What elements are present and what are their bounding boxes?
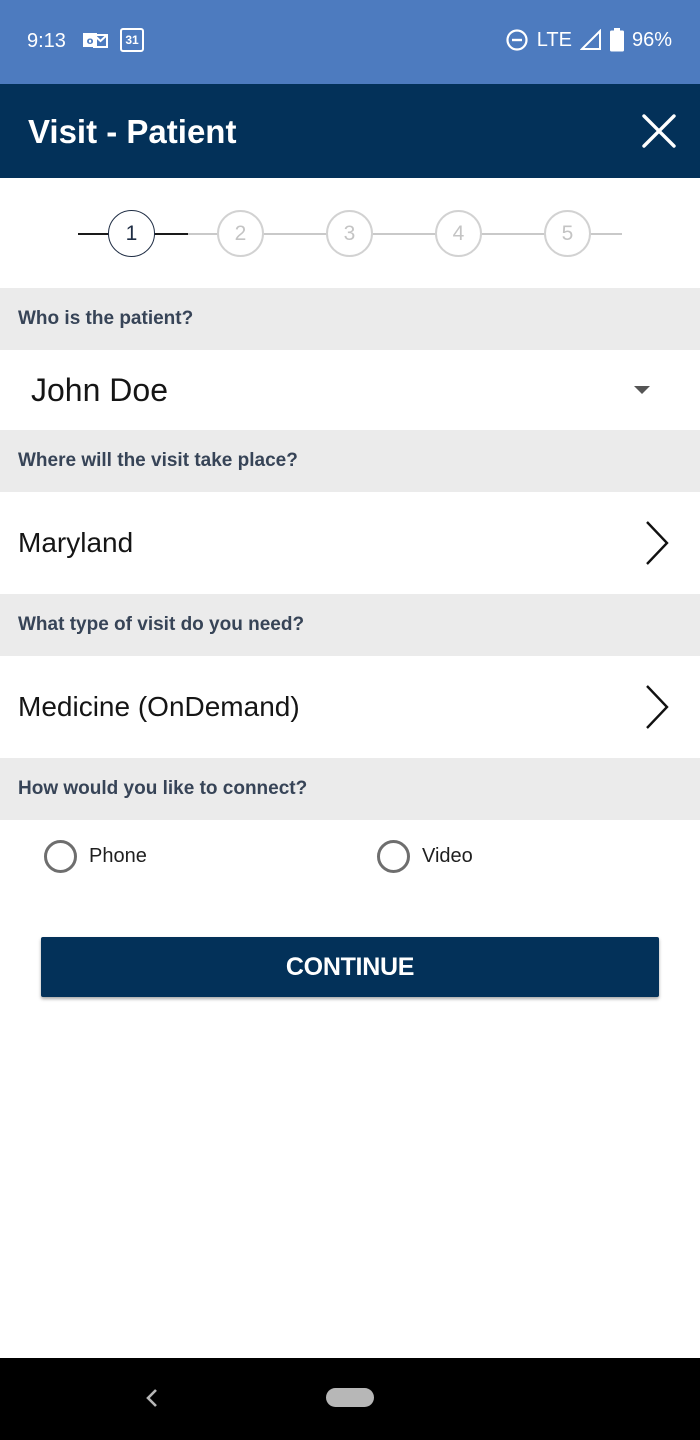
- step-3: 3: [326, 210, 373, 257]
- radio-label-phone: Phone: [89, 845, 147, 867]
- connect-label: How would you like to connect?: [0, 758, 700, 820]
- visit-type-label: What type of visit do you need?: [0, 594, 700, 656]
- continue-button[interactable]: CONTINUE: [41, 937, 659, 997]
- status-bar: 9:13 o 31 LTE 96%: [0, 0, 700, 84]
- radio-circle-phone[interactable]: [44, 840, 77, 873]
- status-right-group: LTE 96%: [505, 28, 672, 52]
- svg-text:o: o: [87, 36, 94, 47]
- calendar-icon: 31: [120, 28, 144, 52]
- radio-label-video: Video: [422, 845, 473, 867]
- chevron-right-icon: [646, 521, 669, 565]
- step-2: 2: [217, 210, 264, 257]
- connect-radio-group: Phone Video: [0, 820, 700, 894]
- outlook-icon: o: [83, 33, 108, 48]
- status-time: 9:13: [27, 30, 66, 52]
- network-type: LTE: [536, 28, 572, 51]
- patient-value: John Doe: [31, 371, 168, 408]
- dropdown-arrow-icon: [634, 386, 650, 394]
- app-bar: Visit - Patient: [0, 84, 700, 178]
- calendar-day: 31: [125, 33, 139, 47]
- battery-level: 96%: [631, 28, 672, 51]
- location-label: Where will the visit take place?: [0, 430, 700, 492]
- home-pill[interactable]: [326, 1388, 374, 1407]
- step-1: 1: [108, 210, 155, 257]
- back-icon[interactable]: [142, 1386, 162, 1410]
- radio-phone[interactable]: Phone: [44, 840, 147, 873]
- location-value: Maryland: [18, 527, 134, 558]
- page-title: Visit - Patient: [28, 113, 237, 150]
- signal-icon: [579, 29, 601, 50]
- radio-video[interactable]: Video: [377, 840, 473, 873]
- progress-stepper: 1 2 3 4 5: [0, 178, 700, 288]
- step-4: 4: [435, 210, 482, 257]
- chevron-right-icon: [646, 685, 669, 729]
- patient-dropdown[interactable]: John Doe: [0, 350, 700, 430]
- visit-type-selector[interactable]: Medicine (OnDemand): [0, 656, 700, 758]
- radio-circle-video[interactable]: [377, 840, 410, 873]
- visit-type-value: Medicine (OnDemand): [18, 691, 300, 722]
- battery-icon: [609, 28, 624, 52]
- close-icon[interactable]: [640, 112, 678, 150]
- step-5: 5: [544, 210, 591, 257]
- do-not-disturb-icon: [506, 29, 528, 51]
- system-nav-bar: [0, 1358, 700, 1440]
- patient-label: Who is the patient?: [0, 288, 700, 350]
- location-selector[interactable]: Maryland: [0, 492, 700, 594]
